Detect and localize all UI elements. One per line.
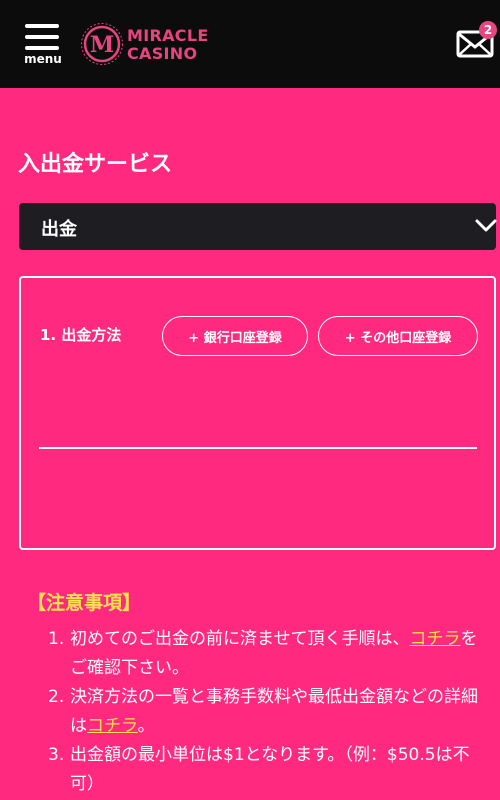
svg-text:M: M [90, 32, 114, 58]
list-item: 1. 初めてのご出金の前に済ませて頂く手順は、コチラをご確認下さい。 [48, 625, 493, 683]
list-item: 2. 決済方法の一覧と事務手数料や最低出金額などの詳細はコチラ。 [48, 683, 493, 741]
note-text: 出金額の最小単位は$1となります。（例：$50.5は不可） [70, 745, 470, 794]
list-item-number: 2. [48, 687, 65, 707]
menu-label: menu [24, 52, 62, 66]
note-link-procedure[interactable]: コチラ [410, 629, 461, 649]
mail-count-badge: 2 [479, 21, 497, 39]
list-item: 3. 出金額の最小単位は$1となります。（例：$50.5は不可） [48, 741, 493, 799]
hamburger-icon [25, 24, 59, 28]
hamburger-icon-bar [25, 46, 59, 50]
notes-list: 1. 初めてのご出金の前に済ませて頂く手順は、コチラをご確認下さい。 2. 決済… [48, 625, 493, 799]
withdraw-form-card: 1. 出金方法 + 銀行口座登録 + その他口座登録 [19, 276, 496, 550]
chevron-down-icon [475, 219, 497, 232]
logo-wordmark: MIRACLE CASINO [127, 27, 209, 63]
note-link-fees[interactable]: コチラ [87, 716, 138, 736]
menu-button[interactable]: menu [22, 20, 64, 68]
logo-m-badge-icon: M [81, 23, 123, 65]
notes-title: 【注意事項】 [27, 592, 142, 614]
form-divider [39, 447, 477, 449]
note-text: 初めてのご出金の前に済ませて頂く手順は、 [70, 629, 410, 649]
note-text: 。 [137, 716, 155, 736]
withdraw-method-label: 1. 出金方法 [40, 326, 122, 344]
site-logo[interactable]: M MIRACLE CASINO [80, 20, 220, 70]
logo-line-2: CASINO [127, 44, 198, 63]
service-select-value: 出金 [41, 219, 77, 240]
list-item-number: 1. [48, 629, 65, 649]
register-other-account-button[interactable]: + その他口座登録 [318, 316, 478, 356]
list-item-number: 3. [48, 745, 65, 765]
logo-line-1: MIRACLE [127, 26, 209, 45]
hamburger-icon-bar [25, 35, 59, 39]
page-title: 入出金サービス [18, 152, 173, 177]
service-select[interactable]: 出金 [19, 203, 497, 250]
register-bank-account-button[interactable]: + 銀行口座登録 [162, 316, 308, 356]
top-header: menu M MIRACLE CASINO 2 [0, 0, 500, 88]
